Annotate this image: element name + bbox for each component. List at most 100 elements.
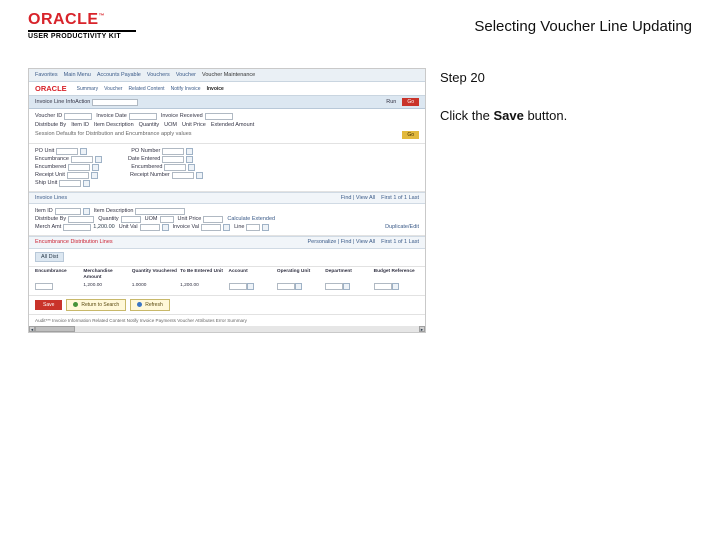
logo-divider <box>28 30 136 32</box>
lookup-icon[interactable] <box>80 148 87 155</box>
grid-cell[interactable] <box>277 283 322 293</box>
breadcrumb-item[interactable]: Favorites <box>35 72 58 79</box>
grid-cell[interactable] <box>229 283 274 293</box>
instruction-text: Click the Save button. <box>440 106 692 127</box>
dist-lines-title: Encumbrance Distribution Lines <box>35 239 113 246</box>
breadcrumb-item[interactable]: Accounts Payable <box>97 72 141 79</box>
dist-first-last-nav[interactable]: First 1 of 1 Last <box>381 239 419 246</box>
breadcrumb-item[interactable]: Vouchers <box>147 72 170 79</box>
grid-cell: 1,200.00 <box>83 283 128 293</box>
breadcrumb-item[interactable]: Voucher <box>176 72 196 79</box>
page-header: ORACLE™ USER PRODUCTIVITY KIT Selecting … <box>0 0 720 42</box>
brand-row: ORACLE Summary Voucher Related Content N… <box>29 82 425 96</box>
grid-hd: Operating Unit <box>277 269 322 281</box>
il-quantity-input[interactable] <box>121 216 141 223</box>
lookup-icon[interactable] <box>186 148 193 155</box>
find-view-link[interactable]: Find | View All <box>341 195 375 202</box>
lookup-icon[interactable] <box>188 164 195 171</box>
col-hd: Item Description <box>94 122 134 129</box>
page-title: Selecting Voucher Line Updating <box>474 12 692 35</box>
encumbered2-input[interactable] <box>164 164 186 171</box>
lookup-icon[interactable] <box>162 224 169 231</box>
receipt-unit-input[interactable] <box>67 172 89 179</box>
scroll-thumb[interactable] <box>35 326 75 332</box>
invoice-received-input[interactable] <box>205 113 233 120</box>
il-distribute-by-input[interactable] <box>68 216 94 223</box>
lookup-icon[interactable] <box>83 208 90 215</box>
lookup-icon[interactable] <box>91 172 98 179</box>
grid-cell[interactable] <box>374 283 419 293</box>
first-last-nav[interactable]: First 1 of 1 Last <box>381 195 419 202</box>
il-item-id-input[interactable] <box>55 208 81 215</box>
invoice-lines-heading: Invoice Lines Find | View All First 1 of… <box>29 192 425 205</box>
il-invoice-val-input[interactable] <box>201 224 221 231</box>
il-unit-price-label: Unit Price <box>178 216 202 223</box>
return-to-search-button[interactable]: Return to Search <box>66 299 126 311</box>
lookup-icon[interactable] <box>247 283 254 290</box>
top-tabs: Summary Voucher Related Content Notify I… <box>77 86 224 92</box>
embedded-screenshot: Favorites Main Menu Accounts Payable Vou… <box>28 68 426 334</box>
il-uom-input[interactable] <box>160 216 174 223</box>
il-line-label: Line <box>234 224 244 231</box>
go-button[interactable]: Go <box>402 98 419 106</box>
lookup-icon[interactable] <box>392 283 399 290</box>
lookup-icon[interactable] <box>223 224 230 231</box>
date-entered-input[interactable] <box>162 156 184 163</box>
breadcrumb-item[interactable]: Main Menu <box>64 72 91 79</box>
tab-summary[interactable]: Summary <box>77 86 98 92</box>
lookup-icon[interactable] <box>196 172 203 179</box>
encumbered-input[interactable] <box>68 164 90 171</box>
refresh-label: Refresh <box>145 302 163 308</box>
scroll-right-icon[interactable]: ► <box>419 326 425 332</box>
lookup-icon[interactable] <box>92 164 99 171</box>
voucher-id-label: Voucher ID <box>35 113 62 120</box>
tab-voucher[interactable]: Voucher <box>104 86 122 92</box>
calc-extended-link[interactable]: Calculate Extended <box>227 216 275 223</box>
tab-all-dist[interactable]: All Dist <box>35 252 64 263</box>
grid-hd: Account <box>229 269 274 281</box>
duplicate-edit-link[interactable]: Duplicate/Edit <box>385 224 419 231</box>
il-item-desc-input[interactable] <box>135 208 185 215</box>
invoice-lines-title: Invoice Lines <box>35 195 67 202</box>
horizontal-scrollbar[interactable]: ◄ ► <box>29 326 425 332</box>
il-item-id-label: Item ID <box>35 208 53 215</box>
instruction-prefix: Click the <box>440 108 493 123</box>
tab-notify-invoice[interactable]: Notify Invoice <box>171 86 201 92</box>
go2-button[interactable]: Go <box>402 131 419 139</box>
lookup-icon[interactable] <box>295 283 302 290</box>
il-invoice-val-label: Invoice Val <box>173 224 200 231</box>
breadcrumb: Favorites Main Menu Accounts Payable Vou… <box>29 69 425 83</box>
po-number-input[interactable] <box>162 148 184 155</box>
ship-unit-input[interactable] <box>59 180 81 187</box>
dist-lines-grid: Encumbrance Merchandise Amount Quantity … <box>29 267 425 294</box>
lookup-icon[interactable] <box>95 156 102 163</box>
logo-word-text: ORACLE <box>28 11 99 28</box>
il-unit-price-input[interactable] <box>203 216 223 223</box>
lookup-icon[interactable] <box>262 224 269 231</box>
encumbrance-input[interactable] <box>71 156 93 163</box>
il-merch-amt-input[interactable] <box>63 224 91 231</box>
lookup-icon[interactable] <box>186 156 193 163</box>
il-unit-val-input[interactable] <box>140 224 160 231</box>
lookup-icon[interactable] <box>83 180 90 187</box>
po-unit-label: PO Unit <box>35 148 54 155</box>
lookup-icon[interactable] <box>343 283 350 290</box>
receipt-number-input[interactable] <box>172 172 194 179</box>
il-merch-amt-label: Merch Amt <box>35 224 61 231</box>
tab-invoice[interactable]: Invoice <box>207 86 224 92</box>
invoice-lines-panel: Item ID Item Description Distribute By Q… <box>29 204 425 236</box>
save-button[interactable]: Save <box>35 300 62 310</box>
grid-cell[interactable] <box>35 283 80 293</box>
il-line-input[interactable] <box>246 224 260 231</box>
grid-cell[interactable] <box>325 283 370 293</box>
invoice-date-input[interactable] <box>129 113 157 120</box>
breadcrumb-current: Voucher Maintenance <box>202 72 255 79</box>
po-unit-input[interactable] <box>56 148 78 155</box>
encumbered-label: Encumbered <box>35 164 66 171</box>
tab-related-content[interactable]: Related Content <box>128 86 164 92</box>
action-input[interactable] <box>92 99 138 106</box>
refresh-button[interactable]: Refresh <box>130 299 170 311</box>
dist-personalize-link[interactable]: Personalize | Find | View All <box>308 239 376 246</box>
receipt-unit-label: Receipt Unit <box>35 172 65 179</box>
voucher-id-input[interactable] <box>64 113 92 120</box>
